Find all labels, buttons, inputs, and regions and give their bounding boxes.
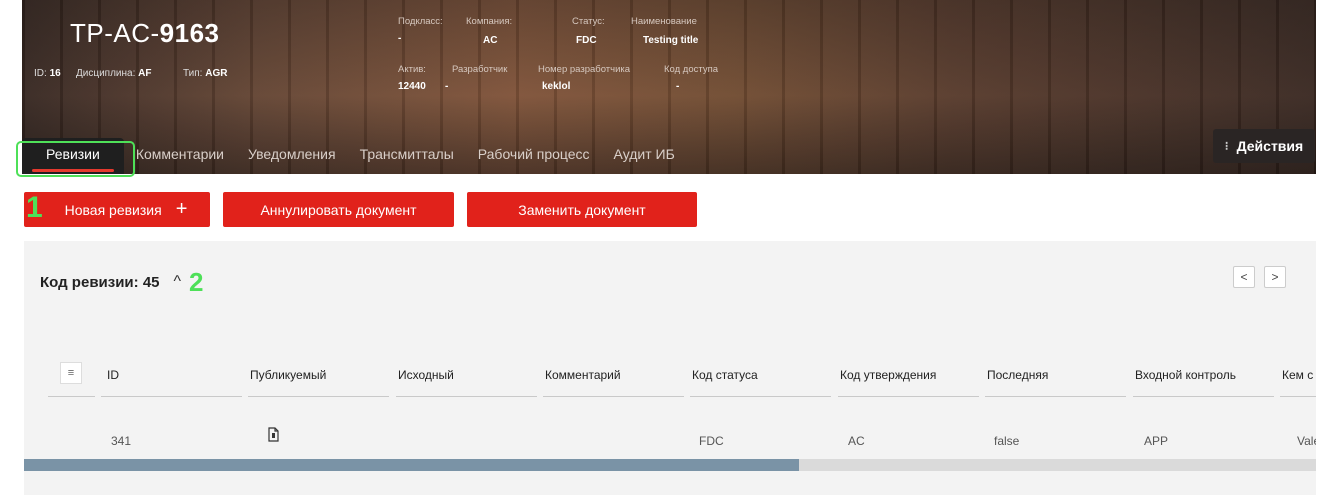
cell-inbound-control: APP	[1144, 434, 1169, 448]
column-divider	[985, 396, 1126, 397]
cell-id: 341	[111, 434, 132, 448]
field-dev-number-label: Номер разработчика	[538, 64, 631, 75]
replace-document-button[interactable]: Заменить документ	[467, 192, 697, 227]
tab-comments[interactable]: Комментарии	[124, 146, 236, 174]
document-discipline: Дисциплина: AF	[76, 68, 152, 79]
column-divider	[396, 396, 537, 397]
field-developer-value: -	[445, 81, 449, 92]
horizontal-scrollbar-thumb[interactable]	[24, 459, 799, 471]
actions-label: Действия	[1236, 138, 1304, 154]
tab-revisions[interactable]: Ревизии	[22, 138, 124, 174]
field-access-value: -	[676, 81, 680, 92]
column-header-source[interactable]: Исходный	[398, 368, 454, 382]
column-divider	[1280, 396, 1316, 397]
file-icon[interactable]	[267, 427, 279, 445]
document-id: ID: 16	[34, 68, 61, 79]
next-page-button[interactable]: >	[1264, 266, 1286, 288]
field-subclass-value: -	[398, 33, 402, 44]
document-header: TP-AC-9163 ID: 16 Дисциплина: AF Тип: AG…	[22, 0, 1316, 174]
field-dev-number-value: keklol	[542, 81, 571, 92]
column-header-published[interactable]: Публикуемый	[250, 368, 326, 382]
field-company-value: AC	[483, 35, 498, 46]
column-header-id[interactable]: ID	[107, 368, 119, 382]
new-revision-label: Новая ревизия	[64, 201, 162, 218]
cell-by: Vale	[1297, 434, 1316, 448]
tab-workflow[interactable]: Рабочий процесс	[466, 146, 602, 174]
annotation-marker-1: 1	[26, 191, 43, 224]
column-header-comment[interactable]: Комментарий	[545, 368, 621, 382]
field-title-label: Наименование	[631, 16, 697, 27]
field-status-value: FDC	[576, 35, 597, 46]
field-subclass-label: Подкласс:	[398, 16, 443, 27]
field-title-value: Testing title	[643, 35, 699, 46]
cell-approval-code: AC	[848, 434, 865, 448]
column-divider	[543, 396, 684, 397]
tab-transmittals[interactable]: Трансмитталы	[348, 146, 466, 174]
revision-title: Код ревизии: 45	[40, 273, 160, 291]
field-asset-label: Актив:	[398, 64, 426, 75]
cancel-document-button[interactable]: Аннулировать документ	[223, 192, 454, 227]
field-developer-label: Разработчик	[452, 64, 508, 75]
annotation-marker-2: 2	[189, 267, 204, 297]
plus-icon: +	[175, 198, 188, 220]
field-access-label: Код доступа	[664, 64, 719, 75]
document-type: Тип: AGR	[183, 68, 228, 79]
column-header-status-code[interactable]: Код статуса	[692, 368, 758, 382]
column-header-inbound-control[interactable]: Входной контроль	[1135, 368, 1236, 382]
field-company-label: Компания:	[466, 16, 513, 27]
cell-latest: false	[994, 434, 1020, 448]
column-divider	[101, 396, 242, 397]
document-tabs: Ревизии Комментарии Уведомления Трансмит…	[22, 138, 687, 174]
filter-columns-icon[interactable]: ≡	[60, 362, 82, 384]
field-asset-value: 12440	[398, 81, 426, 92]
column-divider	[48, 396, 95, 397]
more-vertical-icon: ⁝	[1224, 139, 1229, 153]
new-revision-button[interactable]: 1 Новая ревизия +	[24, 191, 210, 227]
column-header-by[interactable]: Кем с	[1282, 368, 1313, 382]
chevron-up-icon[interactable]: ^	[174, 273, 182, 291]
column-divider	[248, 396, 389, 397]
actions-button[interactable]: ⁝ Действия	[1213, 129, 1315, 163]
revision-header: Код ревизии: 45 ^ 2	[40, 267, 204, 297]
column-divider	[838, 396, 979, 397]
column-header-approval-code[interactable]: Код утверждения	[840, 368, 936, 382]
prev-page-button[interactable]: <	[1233, 266, 1255, 288]
tab-notifications[interactable]: Уведомления	[236, 146, 348, 174]
revision-panel: Код ревизии: 45 ^ 2 < > ≡ ID Публикуемый…	[24, 241, 1316, 495]
field-status-label: Статус:	[572, 16, 605, 27]
cell-status-code: FDC	[699, 434, 724, 448]
column-divider	[1133, 396, 1274, 397]
column-header-latest[interactable]: Последняя	[987, 368, 1048, 382]
document-code: TP-AC-9163	[70, 18, 220, 48]
tab-security-audit[interactable]: Аудит ИБ	[602, 146, 687, 174]
column-divider	[690, 396, 831, 397]
